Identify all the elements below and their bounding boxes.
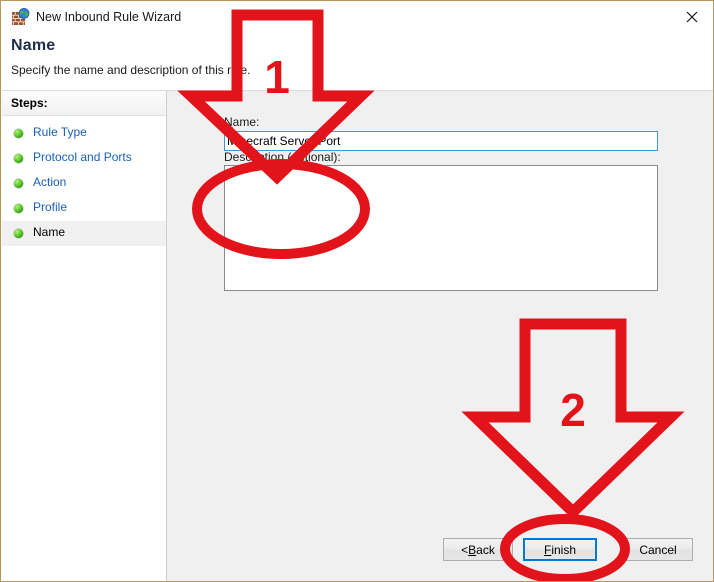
main-panel: Name: Description (optional): < Back Fin… xyxy=(167,91,713,581)
back-button-accelerator: B xyxy=(468,542,477,557)
sidebar-item-rule-type[interactable]: Rule Type xyxy=(2,121,166,146)
close-icon[interactable] xyxy=(669,2,713,31)
name-input[interactable] xyxy=(224,131,658,151)
sidebar-item-label: Rule Type xyxy=(33,125,87,139)
back-button-rest: ack xyxy=(476,542,495,557)
page-header: Name Specify the name and description of… xyxy=(2,31,713,91)
back-button-prefix: < xyxy=(461,542,469,557)
back-button[interactable]: < Back xyxy=(443,538,513,561)
finish-button-rest: inish xyxy=(551,542,577,557)
name-label-accelerator: N xyxy=(224,115,233,129)
finish-button-accelerator: F xyxy=(543,542,552,557)
step-bullet-icon xyxy=(14,229,23,238)
steps-header-label: Steps: xyxy=(11,96,48,110)
sidebar-item-profile[interactable]: Profile xyxy=(2,196,166,221)
step-bullet-icon xyxy=(14,204,23,213)
sidebar-item-protocol-and-ports[interactable]: Protocol and Ports xyxy=(2,146,166,171)
page-subtitle: Specify the name and description of this… xyxy=(11,63,251,77)
step-bullet-icon xyxy=(14,179,23,188)
step-bullet-icon xyxy=(14,129,23,138)
description-field-label: Description (optional): xyxy=(224,150,341,164)
sidebar-item-action[interactable]: Action xyxy=(2,171,166,196)
window-title: New Inbound Rule Wizard xyxy=(36,10,182,24)
steps-header: Steps: xyxy=(2,91,166,116)
sidebar-item-label: Name xyxy=(33,225,66,239)
description-textarea[interactable] xyxy=(224,165,658,291)
steps-sidebar: Steps: Rule Type Protocol and Ports Acti… xyxy=(2,91,167,581)
firewall-globe-icon xyxy=(12,8,30,26)
title-bar: New Inbound Rule Wizard xyxy=(2,2,713,31)
sidebar-item-name[interactable]: Name xyxy=(2,221,166,246)
name-field-label: Name: xyxy=(224,115,259,129)
new-inbound-rule-wizard-window: New Inbound Rule Wizard Name Specify the… xyxy=(0,0,714,582)
cancel-button[interactable]: Cancel xyxy=(623,538,693,561)
cancel-button-label: Cancel xyxy=(639,542,677,557)
step-bullet-icon xyxy=(14,154,23,163)
finish-button[interactable]: Finish xyxy=(523,538,597,561)
page-title: Name xyxy=(11,37,56,54)
name-label-rest: ame: xyxy=(232,115,260,129)
sidebar-item-label: Protocol and Ports xyxy=(33,150,132,164)
sidebar-item-label: Action xyxy=(33,175,67,189)
sidebar-item-label: Profile xyxy=(33,200,68,214)
